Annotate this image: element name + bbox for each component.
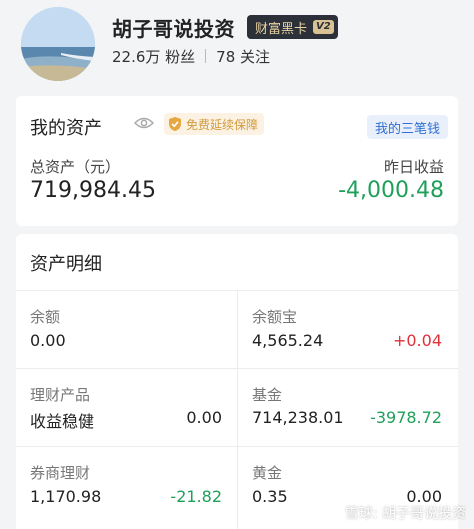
asset-details-card: 资产明细 余额 0.00 余额宝 4,565.24 +0.04 理财产品 收益稳… xyxy=(16,234,458,529)
watermark-text: 雪球: 胡子哥说投资 xyxy=(344,506,466,522)
guarantee-badge[interactable]: 免费延续保障 xyxy=(164,113,265,135)
asset-details-title: 资产明细 xyxy=(30,254,102,275)
vip-badge-label: 财富黑卡 xyxy=(255,21,308,37)
my-three-money-button[interactable]: 我的三笔钱 xyxy=(366,115,448,139)
divider xyxy=(237,290,238,529)
asset-item-label: 基金 xyxy=(252,386,283,404)
profile-header: 胡子哥说投资 财富黑卡 V2 22.6万 粉丝 78 关注 xyxy=(0,0,474,92)
user-name: 胡子哥说投资 xyxy=(112,16,235,41)
asset-item-change: -3978.72 xyxy=(370,408,442,427)
yesterday-earnings-label: 昨日收益 xyxy=(383,158,444,176)
avatar[interactable] xyxy=(21,7,95,81)
followers-count[interactable]: 22.6万 粉丝 xyxy=(112,46,195,67)
asset-item-change: +0.04 xyxy=(392,331,442,350)
avatar-image xyxy=(21,7,95,81)
asset-item-value: 714,238.01 xyxy=(252,408,344,427)
guarantee-label: 免费延续保障 xyxy=(186,117,259,132)
eye-icon[interactable] xyxy=(134,116,154,130)
assets-title: 我的资产 xyxy=(30,118,102,139)
stats-divider xyxy=(205,49,207,63)
snowball-icon xyxy=(325,505,341,521)
vip-badge[interactable]: 财富黑卡 V2 xyxy=(247,15,338,39)
asset-item-change: -21.82 xyxy=(170,487,222,506)
asset-item-value: 收益稳健 xyxy=(30,412,95,431)
watermark: 雪球: 胡子哥说投资 xyxy=(325,503,466,523)
total-assets-value: 719,984.45 xyxy=(30,178,156,203)
asset-item-label: 券商理财 xyxy=(30,464,91,482)
following-count[interactable]: 78 关注 xyxy=(216,46,270,67)
yesterday-earnings-value: -4,000.48 xyxy=(338,178,444,203)
my-assets-card: 我的资产 免费延续保障 我的三笔钱 总资产（元） 719,984.45 昨日收益… xyxy=(16,96,458,226)
asset-item-value: 0.00 xyxy=(30,331,66,350)
vip-level: V2 xyxy=(313,20,334,34)
asset-item-change: 0.00 xyxy=(186,408,222,427)
shield-icon xyxy=(169,117,181,131)
total-assets-label: 总资产（元） xyxy=(30,158,121,176)
asset-item-label: 黄金 xyxy=(252,464,283,482)
asset-item-label: 理财产品 xyxy=(30,386,91,404)
asset-item-value: 4,565.24 xyxy=(252,331,324,350)
asset-item-value: 0.35 xyxy=(252,487,288,506)
asset-item-value: 1,170.98 xyxy=(30,487,102,506)
asset-item-label: 余额宝 xyxy=(252,308,298,326)
asset-item-label: 余额 xyxy=(30,308,61,326)
